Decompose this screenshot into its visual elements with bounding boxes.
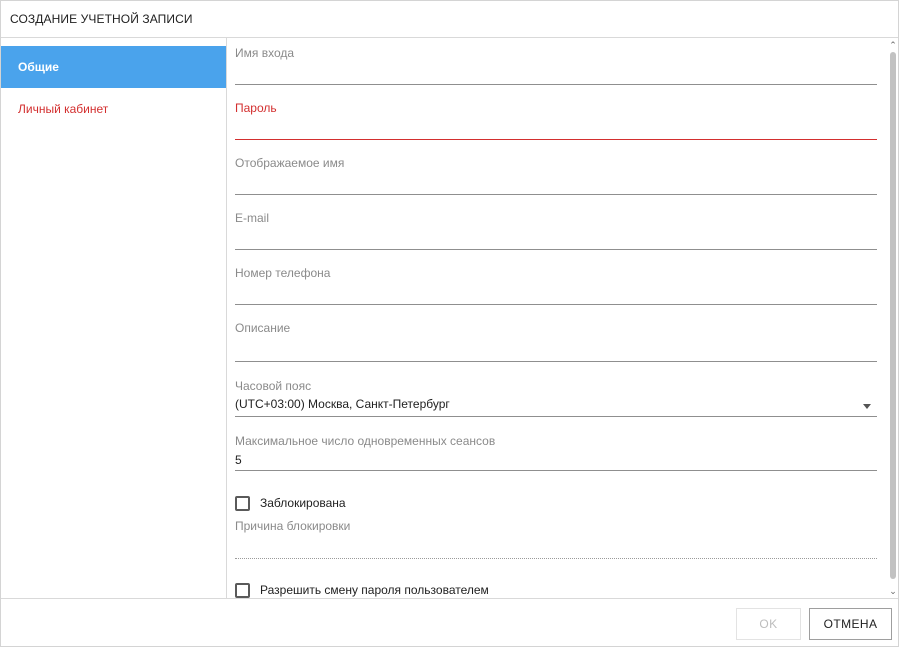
- description-underline: [235, 361, 877, 362]
- sidebar-item-personal-cabinet[interactable]: Личный кабинет: [1, 88, 226, 130]
- block-reason-field[interactable]: Причина блокировки: [235, 519, 877, 561]
- max-sessions-field[interactable]: Максимальное число одновременных сеансов…: [235, 434, 877, 474]
- display-name-label: Отображаемое имя: [235, 156, 345, 170]
- dialog-footer: OK ОТМЕНА: [1, 598, 898, 647]
- password-underline: [235, 139, 877, 140]
- email-underline: [235, 249, 877, 250]
- allow-password-change-label: Разрешить смену пароля пользователем: [260, 583, 489, 597]
- timezone-select[interactable]: Часовой пояс (UTC+03:00) Москва, Санкт-П…: [235, 379, 877, 419]
- form-panel: Имя входа Пароль Отображаемое имя E-mail…: [227, 38, 898, 598]
- ok-button[interactable]: OK: [736, 608, 801, 640]
- phone-field[interactable]: Номер телефона: [235, 266, 877, 306]
- password-label: Пароль: [235, 101, 277, 115]
- chevron-up-icon[interactable]: ⌃: [888, 39, 898, 51]
- phone-label: Номер телефона: [235, 266, 331, 280]
- description-field[interactable]: Описание: [235, 321, 877, 363]
- blocked-checkbox-row[interactable]: Заблокирована: [235, 494, 346, 512]
- blocked-label: Заблокирована: [260, 496, 346, 510]
- block-reason-label: Причина блокировки: [235, 519, 351, 533]
- sidebar-item-general[interactable]: Общие: [1, 46, 226, 88]
- cancel-button[interactable]: ОТМЕНА: [809, 608, 892, 640]
- login-label: Имя входа: [235, 46, 295, 60]
- email-label: E-mail: [235, 211, 270, 225]
- display-name-underline: [235, 194, 877, 195]
- vertical-scrollbar[interactable]: ⌃ ⌄: [887, 38, 899, 598]
- timezone-underline: [235, 416, 877, 417]
- timezone-label: Часовой пояс: [235, 379, 312, 393]
- max-sessions-underline: [235, 470, 877, 471]
- password-field[interactable]: Пароль: [235, 101, 877, 141]
- login-field[interactable]: Имя входа: [235, 46, 877, 86]
- create-account-dialog: СОЗДАНИЕ УЧЕТНОЙ ЗАПИСИ Общие Личный каб…: [0, 0, 899, 647]
- display-name-field[interactable]: Отображаемое имя: [235, 156, 877, 196]
- login-underline: [235, 84, 877, 85]
- description-label: Описание: [235, 321, 291, 335]
- max-sessions-label: Максимальное число одновременных сеансов: [235, 434, 496, 448]
- email-field[interactable]: E-mail: [235, 211, 877, 251]
- chevron-down-icon[interactable]: ⌄: [888, 585, 898, 597]
- blocked-checkbox[interactable]: [235, 495, 250, 511]
- phone-underline: [235, 304, 877, 305]
- dropdown-arrow-icon[interactable]: [863, 404, 871, 409]
- timezone-value: (UTC+03:00) Москва, Санкт-Петербург: [235, 397, 450, 411]
- scrollbar-thumb[interactable]: [890, 52, 896, 579]
- allow-password-change-checkbox[interactable]: [235, 582, 250, 598]
- sidebar: Общие Личный кабинет: [1, 38, 227, 598]
- block-reason-underline: [235, 558, 877, 559]
- max-sessions-input[interactable]: 5: [235, 453, 242, 467]
- allow-password-change-row[interactable]: Разрешить смену пароля пользователем: [235, 581, 489, 598]
- dialog-title: СОЗДАНИЕ УЧЕТНОЙ ЗАПИСИ: [1, 1, 898, 38]
